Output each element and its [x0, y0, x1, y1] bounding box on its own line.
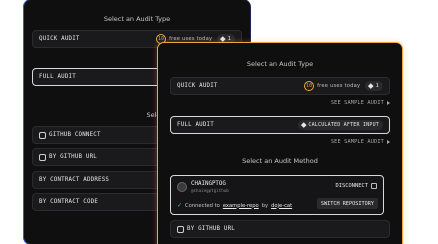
switch-repository-button[interactable]: SWITCH REPOSITORY [316, 198, 378, 209]
avatar [177, 182, 187, 192]
check-icon: ✓ [177, 202, 183, 209]
audit-type-heading: Select an Audit Type [246, 60, 314, 68]
exit-icon [371, 183, 377, 189]
cost-pill: CALCULATED AFTER INPUT [297, 120, 383, 130]
see-sample-label: SEE SAMPLE AUDIT [330, 139, 384, 145]
user-link[interactable]: doje-cat [271, 203, 292, 209]
quick-audit-label: QUICK AUDIT [39, 36, 80, 42]
disconnect-button[interactable]: DISCONNECT [336, 183, 377, 189]
connection-status: ✓ Connected to example-repo by doje-cat [177, 202, 292, 209]
github-connect-card[interactable]: CHAINGPTOG @chaingptgithub DISCONNECT ✓ … [170, 175, 384, 215]
full-audit-label: FULL AUDIT [177, 122, 214, 128]
github-account-name: CHAINGPTOG [191, 181, 226, 187]
play-icon [387, 140, 390, 144]
audit-panel-front: Select an Audit Type QUICK AUDIT 10 free… [157, 42, 403, 244]
method-label: BY GITHUB URL [187, 226, 235, 232]
method-github-url[interactable]: BY GITHUB URL [170, 220, 390, 238]
see-sample-audit-link[interactable]: SEE SAMPLE AUDIT [331, 100, 390, 106]
github-handle: @chaingptgithub [191, 188, 229, 193]
disconnect-label: DISCONNECT [335, 183, 368, 189]
github-icon [177, 225, 184, 233]
by-text: by [261, 202, 269, 209]
github-icon [39, 131, 46, 139]
audit-method-heading: Select an Audit Method [242, 157, 318, 165]
play-icon [387, 101, 390, 105]
free-uses-text: free uses today [317, 83, 361, 89]
full-audit-option[interactable]: FULL AUDIT CALCULATED AFTER INPUT [170, 116, 390, 134]
cost-value: CALCULATED AFTER INPUT [308, 122, 379, 128]
cost-value: 1 [375, 83, 379, 89]
audit-type-heading: Select an Audit Type [103, 15, 171, 23]
repo-link[interactable]: example-repo [223, 203, 259, 209]
credit-icon [368, 83, 374, 89]
quick-audit-option[interactable]: QUICK AUDIT 10 free uses today 1 [170, 77, 390, 95]
credit-icon [301, 122, 307, 128]
connected-text: Connected to [185, 202, 220, 209]
free-uses-count: 10 [304, 81, 315, 91]
free-uses-indicator: 10 free uses today [304, 81, 360, 91]
see-sample-label: SEE SAMPLE AUDIT [330, 100, 384, 106]
cost-pill: 1 [365, 81, 383, 91]
github-icon [39, 153, 46, 161]
credit-icon [220, 36, 226, 42]
see-sample-audit-link[interactable]: SEE SAMPLE AUDIT [331, 139, 390, 145]
quick-audit-label: QUICK AUDIT [177, 83, 218, 89]
